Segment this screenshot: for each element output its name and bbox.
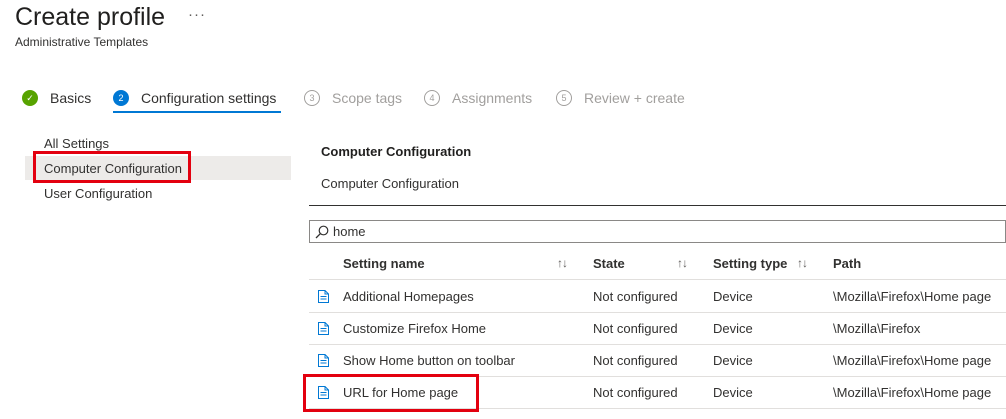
setting-type-cell: Device	[713, 320, 753, 336]
column-header-setting-name[interactable]: Setting name	[343, 254, 425, 272]
path-cell: \Mozilla\Firefox\Home page	[833, 384, 992, 400]
wizard-step-review-create[interactable]: 5 Review + create	[556, 86, 685, 110]
section-subtitle: Computer Configuration	[321, 176, 460, 191]
column-header-path[interactable]: Path	[833, 254, 861, 272]
document-icon	[318, 386, 329, 399]
page-title: Create profile	[15, 3, 166, 31]
wizard-step-label: Assignments	[452, 90, 533, 106]
row-divider	[309, 408, 1006, 409]
setting-type-cell: Device	[713, 288, 753, 304]
document-icon	[318, 322, 329, 335]
wizard-step-basics[interactable]: ✓ Basics	[22, 86, 91, 110]
more-options-button[interactable]: ···	[188, 6, 206, 23]
sidebar-item-user-configuration[interactable]: User Configuration	[25, 181, 291, 205]
setting-name-cell[interactable]: Additional Homepages	[343, 280, 474, 312]
setting-name-cell[interactable]: URL for Home page	[343, 376, 458, 408]
setting-name-cell[interactable]: Customize Firefox Home	[343, 312, 486, 344]
page-subtitle: Administrative Templates	[15, 35, 149, 49]
sort-icon[interactable]: ↑↓	[677, 254, 688, 272]
setting-name-cell[interactable]: Show Home button on toolbar	[343, 344, 515, 376]
step-number-badge: 5	[556, 90, 572, 106]
sort-icon[interactable]: ↑↓	[557, 254, 568, 272]
path-cell: \Mozilla\Firefox	[833, 320, 921, 336]
column-header-state[interactable]: State	[593, 254, 625, 272]
wizard-step-label: Basics	[50, 90, 92, 106]
sort-icon[interactable]: ↑↓	[797, 254, 808, 272]
state-cell: Not configured	[593, 320, 678, 336]
path-cell: \Mozilla\Firefox\Home page	[833, 352, 992, 368]
wizard-step-label: Review + create	[584, 90, 685, 106]
setting-type-cell: Device	[713, 384, 753, 400]
sidebar-item-computer-configuration[interactable]: Computer Configuration	[25, 156, 291, 180]
wizard-step-configuration-settings[interactable]: 2 Configuration settings	[113, 86, 276, 110]
active-step-underline	[113, 111, 281, 113]
wizard-step-label: Configuration settings	[141, 90, 277, 106]
column-header-setting-type[interactable]: Setting type	[713, 254, 787, 272]
section-divider	[309, 205, 1006, 206]
sidebar-item-all-settings[interactable]: All Settings	[25, 131, 291, 155]
state-cell: Not configured	[593, 288, 678, 304]
document-icon	[318, 290, 329, 303]
step-number-badge: 3	[304, 90, 320, 106]
wizard-step-scope-tags[interactable]: 3 Scope tags	[304, 86, 402, 110]
wizard-step-assignments[interactable]: 4 Assignments	[424, 86, 532, 110]
state-cell: Not configured	[593, 384, 678, 400]
section-title: Computer Configuration	[321, 144, 472, 159]
table-row[interactable]: Customize Firefox Home Not configured De…	[309, 312, 1006, 344]
setting-type-cell: Device	[713, 352, 753, 368]
state-cell: Not configured	[593, 352, 678, 368]
search-icon	[315, 225, 329, 238]
table-row[interactable]: Additional Homepages Not configured Devi…	[309, 280, 1006, 312]
search-box[interactable]	[309, 220, 1006, 243]
path-cell: \Mozilla\Firefox\Home page	[833, 288, 992, 304]
search-input[interactable]	[329, 221, 973, 242]
checkmark-icon: ✓	[22, 90, 38, 106]
table-row[interactable]: Show Home button on toolbar Not configur…	[309, 344, 1006, 376]
document-icon	[318, 354, 329, 367]
step-number-badge: 4	[424, 90, 440, 106]
step-number-badge: 2	[113, 90, 129, 106]
table-row[interactable]: URL for Home page Not configured Device …	[309, 376, 1006, 408]
wizard-step-label: Scope tags	[332, 90, 403, 106]
